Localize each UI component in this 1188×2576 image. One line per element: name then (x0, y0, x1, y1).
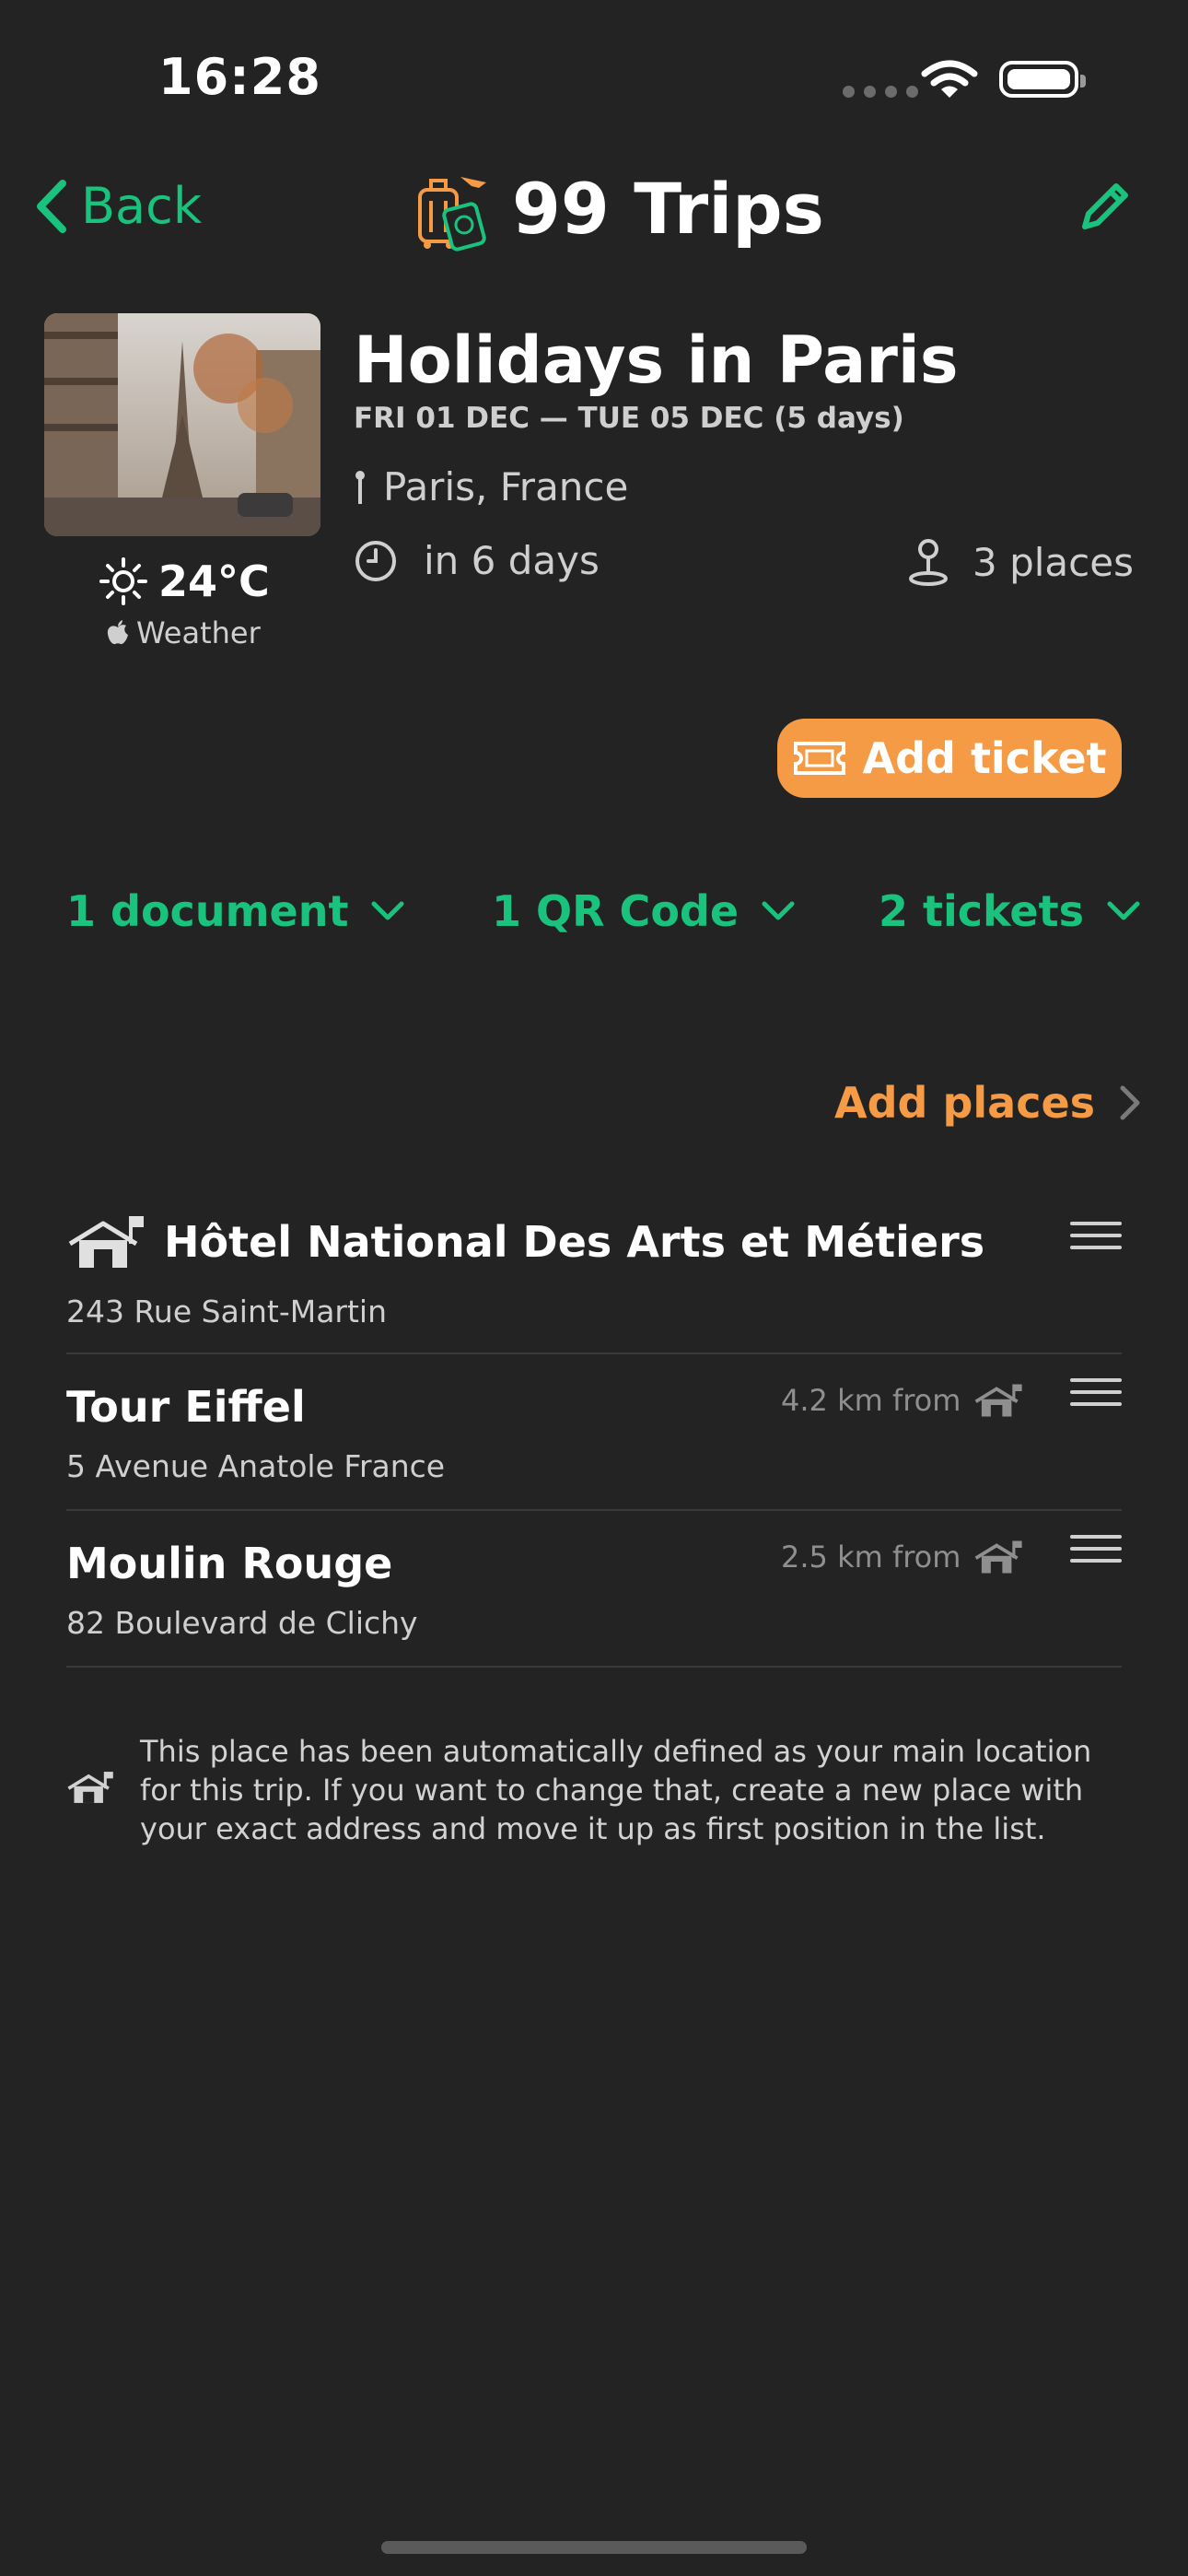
place-name: Tour Eiffel (66, 1382, 306, 1432)
tickets-label: 2 tickets (879, 886, 1084, 936)
main-location-note: This place has been automatically define… (66, 1732, 1135, 1848)
drag-handle-icon[interactable] (1070, 1535, 1122, 1571)
place-address: 5 Avenue Anatole France (66, 1448, 446, 1484)
add-places-button[interactable]: Add places (834, 1078, 1141, 1128)
place-address: 243 Rue Saint-Martin (66, 1294, 388, 1329)
home-flag-icon (67, 1772, 113, 1803)
place-name: Hôtel National Des Arts et Métiers (164, 1217, 985, 1267)
status-time: 16:28 (158, 48, 321, 106)
trip-places-label: 3 places (973, 539, 1134, 585)
place-row[interactable]: Moulin Rouge 82 Boulevard de Clichy 2.5 … (66, 1535, 1122, 1668)
place-row[interactable]: Tour Eiffel 5 Avenue Anatole France 4.2 … (66, 1378, 1122, 1511)
ticket-icon (794, 742, 846, 775)
home-flag-icon (975, 1540, 1023, 1574)
home-flag-icon (68, 1216, 144, 1268)
trip-countdown-label: in 6 days (424, 538, 600, 583)
documents-expander[interactable]: 1 document (66, 886, 405, 936)
drag-handle-icon[interactable] (1070, 1378, 1122, 1414)
divider (66, 1666, 1122, 1668)
documents-label: 1 document (66, 886, 349, 936)
add-ticket-label: Add ticket (862, 733, 1107, 783)
app-title-text: 99 Trips (512, 167, 824, 250)
place-address: 82 Boulevard de Clichy (66, 1605, 418, 1641)
clock-icon (355, 540, 396, 581)
pencil-icon (1082, 183, 1128, 229)
weather-widget[interactable]: 24°C (99, 556, 270, 606)
chevron-left-icon (37, 179, 66, 233)
trip-photo[interactable] (44, 313, 320, 536)
chevron-down-icon (1107, 901, 1140, 920)
add-ticket-button[interactable]: Add ticket (777, 719, 1122, 798)
place-distance-label: 4.2 km from (781, 1383, 961, 1418)
app-title: 99 Trips (405, 164, 824, 252)
battery-icon (999, 61, 1086, 98)
place-row[interactable]: Hôtel National Des Arts et Métiers 243 R… (66, 1212, 1122, 1354)
add-places-label: Add places (834, 1078, 1096, 1128)
edit-button[interactable] (1076, 181, 1131, 240)
divider (66, 1509, 1122, 1511)
trip-places-count[interactable]: 3 places (908, 538, 1134, 586)
drag-handle-icon[interactable] (1070, 1222, 1122, 1258)
qr-codes-expander[interactable]: 1 QR Code (492, 886, 796, 936)
place-distance-label: 2.5 km from (781, 1540, 961, 1575)
luggage-icon (418, 177, 486, 252)
main-location-note-text: This place has been automatically define… (140, 1734, 1092, 1846)
signal-dots-icon (843, 86, 918, 98)
trip-dates: FRI 01 DEC — TUE 05 DEC (5 days) (354, 402, 904, 435)
back-button[interactable]: Back (33, 177, 202, 235)
map-pin-icon (909, 539, 948, 586)
wifi-icon (921, 59, 978, 103)
home-indicator[interactable] (381, 2541, 807, 2554)
pin-icon (355, 470, 365, 504)
back-label: Back (81, 177, 203, 235)
weather-temperature: 24°C (158, 556, 270, 606)
tickets-expander[interactable]: 2 tickets (879, 886, 1141, 936)
divider (66, 1352, 1122, 1354)
place-distance: 4.2 km from (781, 1382, 1023, 1419)
chevron-down-icon (371, 901, 404, 920)
chevron-right-icon (1120, 1085, 1140, 1120)
home-flag-icon (975, 1384, 1023, 1417)
trip-location-label: Paris, France (383, 464, 629, 509)
place-distance: 2.5 km from (781, 1539, 1023, 1575)
sun-icon (99, 557, 147, 605)
trip-location: Paris, France (354, 464, 628, 509)
place-name: Moulin Rouge (66, 1539, 393, 1588)
weather-source-label: Weather (136, 615, 261, 650)
chevron-down-icon (762, 901, 795, 920)
trip-title: Holidays in Paris (354, 322, 959, 398)
trip-countdown: in 6 days (354, 538, 600, 583)
weather-source: Weather (107, 615, 261, 650)
qr-codes-label: 1 QR Code (492, 886, 740, 936)
apple-icon (107, 620, 128, 645)
